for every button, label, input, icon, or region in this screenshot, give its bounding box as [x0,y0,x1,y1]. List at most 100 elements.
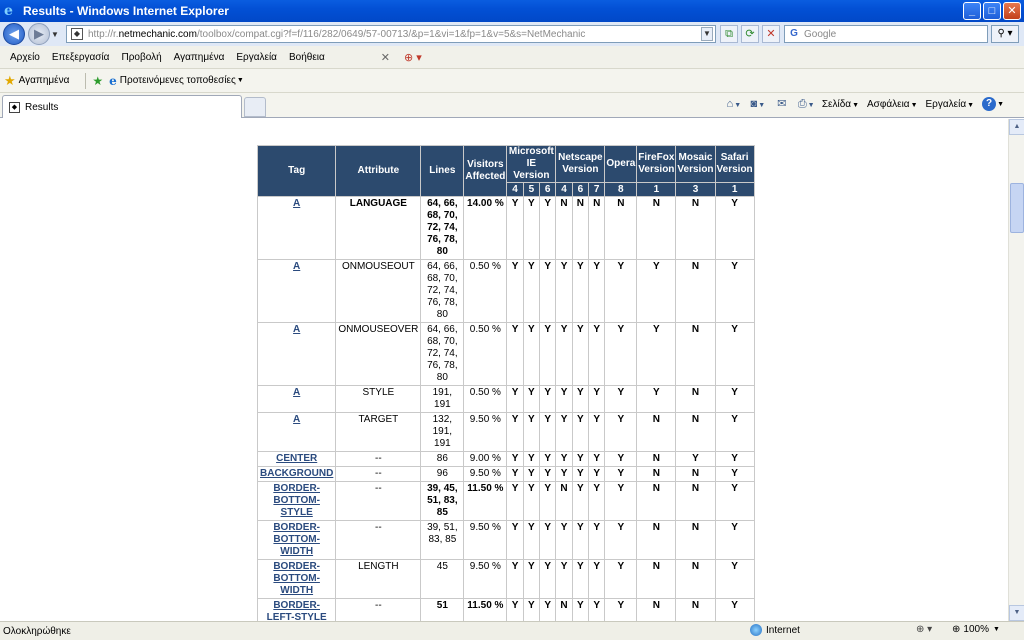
tag-link[interactable]: A [293,324,300,335]
cell-visitors: 11.50 % [463,481,508,521]
tab-favicon-icon: ◆ [9,101,20,113]
cell-support: N [636,412,677,452]
scroll-down-icon[interactable]: ▼ [1009,605,1024,621]
scroll-up-icon[interactable]: ▲ [1009,119,1024,135]
menu-tools[interactable]: Εργαλεία [230,52,283,63]
home-icon[interactable]: ⌂▼ [726,97,742,111]
address-field[interactable]: ◆ http://r. netmechanic.com/toolbox/compa… [66,25,716,43]
help-menu[interactable]: ? ▼ [982,97,1004,111]
print-icon[interactable]: ⎙▼ [798,97,815,111]
tag-link[interactable]: BORDER-BOTTOM-WIDTH [273,561,320,596]
cell-support: Y [539,559,557,599]
separator [85,72,87,89]
search-button[interactable]: ⚲ ▾ [991,25,1019,43]
cell-support: Y [588,466,606,482]
cell-support: Y [555,322,573,386]
cell-support: Y [522,451,541,467]
cell-attribute: -- [335,598,422,621]
tag-link[interactable]: BORDER-BOTTOM-WIDTH [273,522,320,557]
cell-support: Y [555,520,573,560]
protected-mode-icon[interactable]: ⊕ ▾ [916,624,932,635]
tag-link[interactable]: A [293,414,300,425]
cell-attribute: ONMOUSEOUT [335,259,422,323]
maximize-button[interactable]: □ [983,2,1001,20]
table-row: CENTER -- 86 9.00 % Y Y Y Y Y Y Y N Y Y [256,451,755,467]
translate-icon[interactable]: ⊕ ▾ [404,51,422,64]
tag-link[interactable]: A [293,387,300,398]
cell-support: Y [571,385,590,413]
favorites-button[interactable]: ★ Αγαπημένα [4,73,69,89]
cell-attribute: -- [335,481,422,521]
new-tab-button[interactable] [244,97,266,117]
table-row: BORDER-LEFT-STYLE -- 51 11.50 % Y Y Y N Y Y Y N N Y [256,598,755,621]
suggested-sites-button[interactable]: e Προτεινόμενες τοποθεσίες ▼ [109,74,244,88]
menu-edit[interactable]: Επεξεργασία [46,52,116,63]
cell-support: Y [539,322,557,386]
cell-support: Y [714,481,755,521]
table-row: A LANGUAGE 64, 66, 68, 70, 72, 74, 76, 78,… [256,196,755,260]
minimize-button[interactable]: _ [963,2,981,20]
cell-lines: 64, 66, 68, 70, 72, 74, 76, 78, 80 [420,259,465,323]
cell-support: Y [555,412,573,452]
cell-support: Y [506,385,524,413]
tag-link[interactable]: CENTER [276,453,317,464]
cell-support: Y [555,466,573,482]
cell-support: Y [571,322,590,386]
cell-support: Y [571,559,590,599]
header-visitors: Visitors Affected [463,145,508,197]
version-ns-4: 4 [555,182,573,197]
cell-support: N [555,598,573,621]
cell-support: Y [588,259,606,323]
close-toolbar-icon[interactable]: ✕ [381,51,390,64]
safety-menu[interactable]: Ασφάλεια▼ [867,99,918,110]
refresh-icon[interactable]: ⟳ [741,25,759,43]
forward-button[interactable]: ▶ [28,23,50,45]
cell-support: Y [571,412,590,452]
feeds-icon[interactable]: ◙▼ [750,97,766,111]
tag-link[interactable]: BACKGROUND [260,468,333,479]
tag-link[interactable]: BORDER-LEFT-STYLE [267,600,327,621]
cell-support: N [675,466,716,482]
menu-favorites[interactable]: Αγαπημένα [168,52,231,63]
search-input[interactable]: G Google [784,25,988,43]
mail-icon[interactable]: ✉ [774,97,790,111]
cell-support: Y [555,385,573,413]
cell-visitors: 14.00 % [463,196,508,260]
tag-link[interactable]: A [293,261,300,272]
version-ns-6: 6 [571,182,590,197]
security-zone[interactable]: Internet [750,624,800,636]
cell-support: Y [539,466,557,482]
version-ms-6: 6 [539,182,557,197]
scroll-thumb[interactable] [1010,183,1024,233]
stop-icon[interactable]: ✕ [762,25,780,43]
page-menu[interactable]: Σελίδα▼ [822,99,859,110]
address-dropdown-icon[interactable]: ▼ [701,27,713,41]
cell-support: N [604,196,638,260]
menu-file[interactable]: Αρχείο [4,52,46,63]
back-button[interactable]: ◀ [3,23,25,45]
tab-results[interactable]: ◆ Results [2,95,242,118]
zoom-control[interactable]: ⊕ 100% ▼ [952,624,1000,635]
menu-help[interactable]: Βοήθεια [283,52,331,63]
history-dropdown-icon[interactable]: ▼ [50,30,60,39]
cell-support: Y [571,466,590,482]
cell-visitors: 9.50 % [463,466,508,482]
cell-tag: BORDER-BOTTOM-WIDTH [256,520,337,560]
cell-attribute: LENGTH [335,559,422,599]
cell-support: N [675,196,716,260]
cell-support: Y [506,520,524,560]
cell-lines: 51 [420,598,465,621]
cell-support: Y [522,520,541,560]
close-button[interactable]: ✕ [1003,2,1021,20]
menu-view[interactable]: Προβολή [115,52,167,63]
tag-link[interactable]: BORDER-BOTTOM-STYLE [273,483,320,518]
tag-link[interactable]: A [293,198,300,209]
cell-visitors: 0.50 % [463,385,508,413]
cell-support: Y [506,259,524,323]
add-favorite-icon[interactable]: ★ [92,74,103,88]
cell-support: Y [522,466,541,482]
cell-support: Y [506,451,524,467]
compatibility-icon[interactable]: ⧉ [720,25,738,43]
tools-menu[interactable]: Εργαλεία▼ [926,99,975,110]
vertical-scrollbar[interactable]: ▲ ▼ [1008,119,1024,621]
